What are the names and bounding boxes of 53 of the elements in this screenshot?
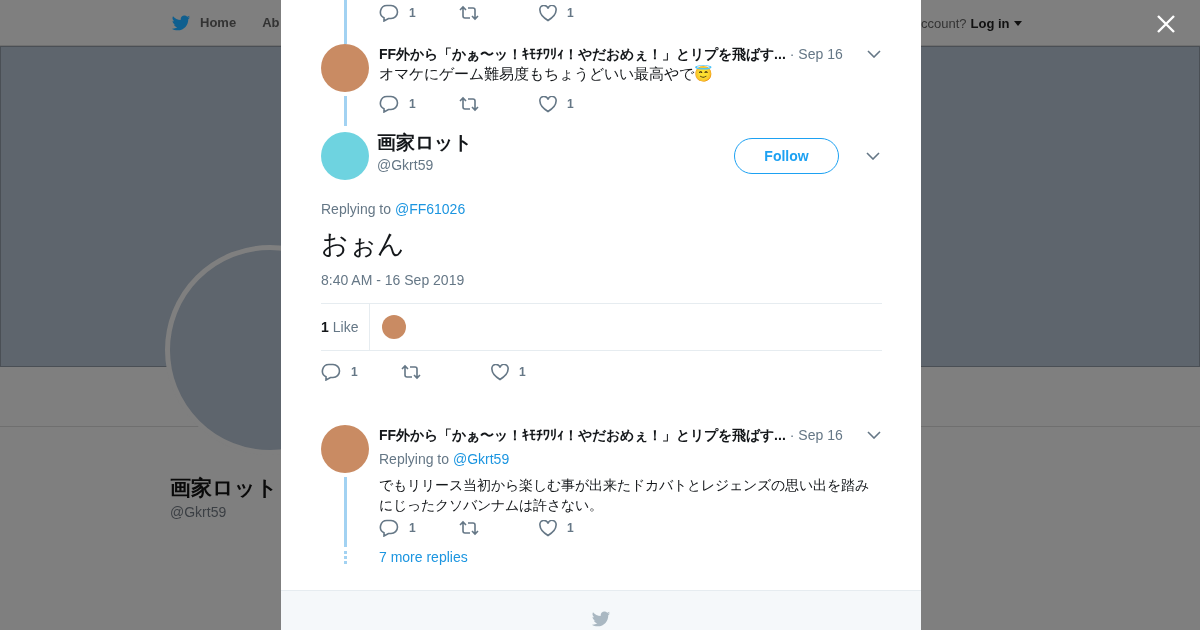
retweet-icon[interactable] [459,5,479,21]
tweet-text: オマケにゲーム難易度もちょうどいい最高やで😇 [379,64,714,84]
like-count: 1 [519,364,526,381]
display-name[interactable]: FF外から「かぁ〜ッ！ｷﾓﾁﾜﾘｨ！やだおめぇ！」とリプを飛ばす... [379,424,786,446]
tweet-date[interactable]: · Sep 16 [789,424,843,446]
tweet-timestamp[interactable]: 8:40 AM - 16 Sep 2019 [321,270,882,291]
reply-count: 1 [409,5,416,22]
heart-icon[interactable] [539,4,557,22]
avatar[interactable] [321,44,369,92]
caret-icon [1013,21,1022,27]
heart-icon[interactable] [539,95,557,113]
login-link[interactable]: Log in [970,14,1022,34]
like-count: 1 [567,520,574,537]
chevron-down-icon[interactable] [867,50,881,58]
liker-avatar[interactable] [382,315,407,339]
nav-link-text[interactable]: Ab [262,12,280,33]
tweet-text: でもリリース当初から楽しむ事が出来たドカバトとレジェンズの思い出を踏みにじったクソバンナムは許さない。 [379,476,870,515]
chevron-down-icon[interactable] [866,152,880,160]
reply-count: 1 [409,520,416,537]
close-icon[interactable] [1157,15,1175,33]
reply-icon[interactable] [379,519,399,537]
display-name[interactable]: 画家ロット [377,130,726,155]
like-count: 1 [567,5,574,22]
retweet-icon[interactable] [459,520,479,536]
display-name[interactable]: FF外から「かぁ〜ッ！ｷﾓﾁﾜﾘｨ！やだおめぇ！」とリプを飛ばす... [379,43,786,65]
more-replies-link[interactable]: 7 more replies [379,547,468,568]
likes-count[interactable]: 1 Like [321,304,371,350]
dotted-line-icon [343,550,347,565]
mention-link[interactable]: @FF61026 [394,201,466,217]
tweet-date[interactable]: · Sep 16 [789,43,843,65]
nav-link-text[interactable]: Home [200,12,237,33]
reply-icon[interactable] [379,95,399,113]
heart-icon[interactable] [539,519,557,537]
replying-to-text: Replying to @FF61026 [321,200,467,219]
retweet-icon[interactable] [401,364,421,380]
mention-link[interactable]: @Gkrt59 [452,451,510,467]
retweet-icon[interactable] [459,96,479,112]
heart-icon[interactable] [491,363,509,381]
tweet-text: おぉん [321,228,406,261]
chevron-down-icon[interactable] [867,431,881,439]
profile-name: 画家ロット [170,475,278,501]
bird-icon [590,609,612,629]
profile-handle: @Gkrt59 [170,503,227,522]
follow-button[interactable]: Follow [734,138,839,174]
avatar[interactable] [321,425,369,473]
reply-icon[interactable] [321,363,341,381]
reply-count: 1 [351,364,358,381]
like-count: 1 [567,96,574,113]
account-prompt: ccount? [921,15,967,33]
replying-to-text: Replying to @Gkrt59 [379,450,511,469]
user-handle[interactable]: @Gkrt59 [377,154,726,176]
reply-icon[interactable] [379,4,399,22]
reply-count: 1 [409,96,416,113]
